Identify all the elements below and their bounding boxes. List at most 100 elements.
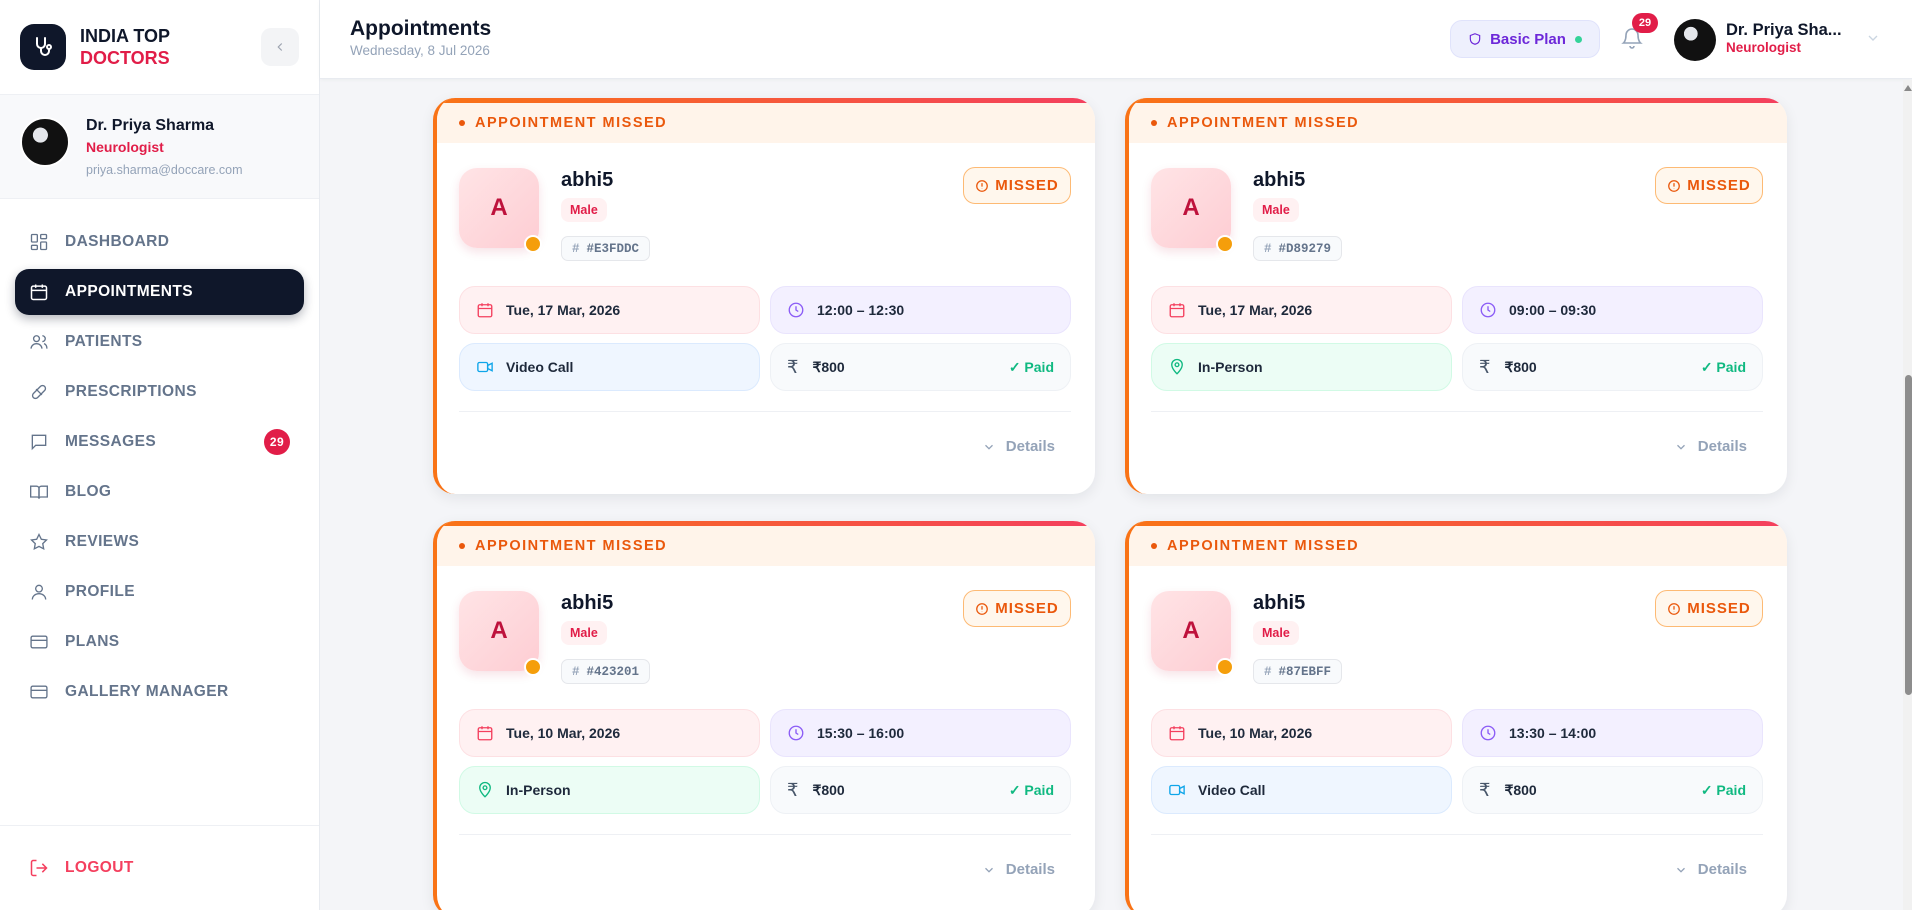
fee-tile: ₹ ₹800 ✓ Paid [1462,766,1763,814]
scroll-up-arrow-icon[interactable] [1904,85,1912,91]
status-badge: MISSED [1655,167,1763,204]
sidebar-item-label: APPOINTMENTS [65,283,193,300]
sidebar-item-blog[interactable]: BLOG [15,469,304,515]
chevron-down-icon[interactable] [1865,30,1881,46]
profile-email: priya.sharma@doccare.com [86,163,243,177]
brand: INDIA TOP DOCTORS [0,0,319,95]
page-title: Appointments [350,17,492,40]
sidebar-item-prescriptions[interactable]: PRESCRIPTIONS [15,369,304,415]
video-icon [477,361,493,373]
banner-text: APPOINTMENT MISSED [1167,538,1360,554]
header-user-name[interactable]: Dr. Priya Sha... [1726,21,1851,40]
sidebar-item-gallery-manager[interactable]: GALLERY MANAGER [15,669,304,715]
sidebar-item-label: PROFILE [65,583,135,600]
payment-status: ✓ Paid [1008,358,1054,375]
date-tile: Tue, 10 Mar, 2026 [459,709,760,757]
payment-status: ✓ Paid [1700,781,1746,798]
time-tile: 15:30 – 16:00 [770,709,1071,757]
sidebar-item-reviews[interactable]: REVIEWS [15,519,304,565]
details-label: Details [1697,861,1747,878]
rupee-icon: ₹ [787,779,799,800]
avatar[interactable] [20,117,70,167]
appointment-fee: ₹800 [812,358,845,375]
appointment-id-value: #423201 [586,664,640,679]
details-toggle[interactable]: Details [982,861,1055,878]
banner-text: APPOINTMENT MISSED [1167,115,1360,131]
stethoscope-icon[interactable] [20,24,66,70]
user-icon [31,584,47,600]
sidebar-item-messages[interactable]: MESSAGES 29 [15,419,304,465]
details-toggle[interactable]: Details [1674,861,1747,878]
gender-badge: Male [1253,198,1299,222]
banner-dot [459,543,465,549]
banner-text: APPOINTMENT MISSED [475,538,668,554]
card-status-banner: APPOINTMENT MISSED [1129,103,1787,143]
sidebar-item-patients[interactable]: PATIENTS [15,319,304,365]
status-label: MISSED [995,177,1059,194]
chevron-down-icon [1676,867,1685,873]
status-dot [524,658,542,676]
appointment-card: APPOINTMENT MISSED A abhi5 Male # #E3FDDC… [433,98,1095,494]
location-pin-icon [479,781,491,798]
scrollbar-thumb[interactable] [1905,375,1912,695]
banner-text: APPOINTMENT MISSED [475,115,668,131]
calendar-icon [1169,303,1185,318]
gender-badge: Male [561,198,607,222]
profile-specialty: Neurologist [86,139,164,155]
time-tile: 09:00 – 09:30 [1462,286,1763,334]
plan-badge-button[interactable]: Basic Plan [1450,20,1600,58]
sidebar-item-dashboard[interactable]: DASHBOARD [15,219,304,265]
card-status-banner: APPOINTMENT MISSED [437,103,1095,143]
brand-line-1: INDIA TOP [80,26,171,46]
status-dot [524,235,542,253]
appointment-id-value: #D89279 [1278,241,1332,256]
time-tile: 13:30 – 14:00 [1462,709,1763,757]
status-dot [1216,235,1234,253]
sidebar-item-appointments[interactable]: APPOINTMENTS [15,269,304,315]
logout-label: LOGOUT [65,859,134,876]
collapse-sidebar-button[interactable] [261,28,299,66]
details-toggle[interactable]: Details [1674,438,1747,455]
card-icon [30,685,48,699]
card-status-banner: APPOINTMENT MISSED [1129,526,1787,566]
page-date: Wednesday, 8 Jul 2026 [350,43,490,58]
patient-name: abhi5 [561,169,614,191]
star-icon [30,532,48,551]
sidebar-item-label: MESSAGES [65,433,157,450]
appointment-mode: In-Person [506,782,571,798]
calendar-icon [30,284,48,301]
fee-tile: ₹ ₹800 ✓ Paid [770,343,1071,391]
status-badge: MISSED [963,590,1071,627]
clock-icon [788,725,804,741]
appointment-fee: ₹800 [812,781,845,798]
appointment-card: APPOINTMENT MISSED A abhi5 Male # #D89279… [1125,98,1787,494]
payment-status: ✓ Paid [1008,781,1054,798]
alert-circle-icon [976,602,989,615]
gender-badge: Male [561,621,607,645]
sidebar-item-profile[interactable]: PROFILE [15,569,304,615]
divider [459,834,1071,835]
date-tile: Tue, 17 Mar, 2026 [1151,286,1452,334]
alert-circle-icon [1668,602,1681,615]
avatar[interactable] [1674,19,1716,61]
appointment-card: APPOINTMENT MISSED A abhi5 Male # #87EBFF… [1125,521,1787,910]
mode-tile: Video Call [459,343,760,391]
divider [1151,834,1763,835]
message-icon [31,434,47,451]
appointment-time: 12:00 – 12:30 [817,302,905,318]
sidebar-item-label: DASHBOARD [65,233,170,250]
rupee-icon: ₹ [1479,356,1491,377]
logout-button[interactable]: LOGOUT [0,825,319,910]
status-badge: MISSED [963,167,1071,204]
rupee-icon: ₹ [787,356,799,377]
clock-icon [1480,302,1496,318]
details-toggle[interactable]: Details [982,438,1055,455]
plan-status-dot [1574,35,1582,43]
banner-dot [459,120,465,126]
mode-tile: Video Call [1151,766,1452,814]
messages-count-badge: 29 [264,429,290,455]
dashboard-icon [30,233,48,251]
sidebar-item-plans[interactable]: PLANS [15,619,304,665]
header-user-specialty: Neurologist [1726,40,1802,55]
top-header: Appointments Wednesday, 8 Jul 2026 Basic… [320,0,1912,79]
